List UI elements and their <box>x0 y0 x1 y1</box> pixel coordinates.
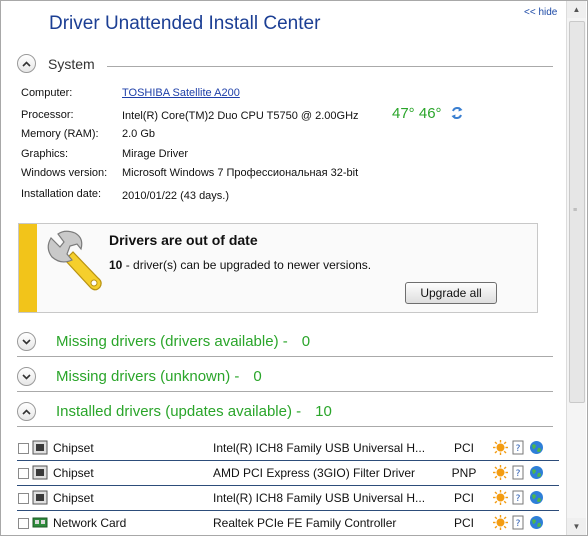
collapse-chevron-icon[interactable] <box>17 402 36 421</box>
installed-drivers-count: 10 <box>315 403 332 420</box>
driver-description: Intel(R) ICH8 Family USB Universal H... <box>213 441 426 455</box>
computer-value[interactable]: TOSHIBA Satellite A200 <box>122 87 240 99</box>
system-section-header[interactable]: System <box>17 54 95 73</box>
chip-icon <box>32 465 48 483</box>
vertical-scrollbar[interactable]: ▲ ≡ ▼ <box>566 1 586 535</box>
driver-row[interactable]: Network Card Realtek PCIe FE Family Cont… <box>18 511 560 535</box>
wrench-icon <box>43 230 105 299</box>
update-sun-icon[interactable] <box>493 440 508 458</box>
upgrade-all-button[interactable]: Upgrade all <box>405 282 497 304</box>
driver-category: Network Card <box>53 516 127 530</box>
web-globe-icon[interactable] <box>529 465 544 483</box>
expand-chevron-icon[interactable] <box>17 367 36 386</box>
alert-title: Drivers are out of date <box>109 232 258 248</box>
driver-info-icon[interactable]: ? <box>511 440 526 458</box>
driver-row[interactable]: Chipset AMD PCI Express (3GIO) Filter Dr… <box>18 461 560 485</box>
driver-center-panel: Driver Unattended Install Center << hide… <box>0 0 588 536</box>
scroll-up-arrow-icon[interactable]: ▲ <box>567 1 586 18</box>
driver-bus: PCI <box>453 441 474 455</box>
grip-icon: ≡ <box>573 207 578 214</box>
alert-accent-bar <box>19 224 37 312</box>
chip-icon <box>32 440 48 458</box>
windows-version-label: Windows version: <box>21 167 108 179</box>
driver-description: Intel(R) ICH8 Family USB Universal H... <box>213 491 426 505</box>
driver-info-icon[interactable]: ? <box>511 465 526 483</box>
hide-link[interactable]: << hide <box>524 7 557 18</box>
driver-actions: ? <box>493 440 544 458</box>
driver-bus: PNP <box>451 466 477 480</box>
graphics-label: Graphics: <box>21 148 69 160</box>
scrollbar-thumb[interactable]: ≡ <box>569 21 585 403</box>
driver-bus: PCI <box>453 491 474 505</box>
driver-description: AMD PCI Express (3GIO) Filter Driver <box>213 466 416 480</box>
missing-unknown-section-header[interactable]: Missing drivers (unknown) - 0 <box>17 367 262 386</box>
collapse-chevron-icon[interactable] <box>17 54 36 73</box>
web-globe-icon[interactable] <box>529 440 544 458</box>
outdated-count: 10 <box>109 258 123 272</box>
network-card-icon <box>32 515 48 533</box>
driver-checkbox[interactable] <box>18 493 29 504</box>
divider <box>17 426 553 427</box>
driver-row[interactable]: Chipset Intel(R) ICH8 Family USB Univers… <box>18 436 560 460</box>
driver-description: Realtek PCIe FE Family Controller <box>213 516 397 530</box>
graphics-value: Mirage Driver <box>122 148 189 160</box>
svg-text:?: ? <box>516 519 521 529</box>
outdated-drivers-alert: Drivers are out of date 10 - driver(s) c… <box>18 223 538 313</box>
expand-chevron-icon[interactable] <box>17 332 36 351</box>
svg-text:?: ? <box>516 494 521 504</box>
driver-category: Chipset <box>53 491 94 505</box>
page-title: Driver Unattended Install Center <box>49 13 321 34</box>
driver-checkbox[interactable] <box>18 468 29 479</box>
missing-available-section-header[interactable]: Missing drivers (drivers available) - 0 <box>17 332 310 351</box>
driver-actions: ? <box>493 465 544 483</box>
svg-text:?: ? <box>516 444 521 454</box>
divider <box>107 66 553 67</box>
driver-info-icon[interactable]: ? <box>511 515 526 533</box>
update-sun-icon[interactable] <box>493 465 508 483</box>
update-sun-icon[interactable] <box>493 515 508 533</box>
missing-unknown-count: 0 <box>253 368 262 385</box>
missing-available-count: 0 <box>301 333 311 350</box>
driver-checkbox[interactable] <box>18 443 29 454</box>
cpu-temperature: 47° 46° <box>392 105 442 122</box>
installation-date-value: 2010/01/22 (43 days.) <box>122 190 230 202</box>
missing-unknown-label: Missing drivers (unknown) - <box>56 368 240 385</box>
chip-icon <box>32 490 48 508</box>
svg-text:?: ? <box>516 469 521 479</box>
processor-label: Processor: <box>21 109 74 121</box>
processor-value: Intel(R) Core(TM)2 Duo CPU T5750 @ 2.00G… <box>122 110 359 122</box>
installation-date-label: Installation date: <box>21 188 102 200</box>
installed-drivers-section-header[interactable]: Installed drivers (updates available) - … <box>17 402 332 421</box>
web-globe-icon[interactable] <box>529 490 544 508</box>
missing-available-label: Missing drivers (drivers available) - <box>56 333 288 350</box>
driver-actions: ? <box>493 515 544 533</box>
windows-version-value: Microsoft Windows 7 Профессиональная 32-… <box>122 167 359 179</box>
memory-value: 2.0 Gb <box>122 128 156 140</box>
alert-message-text: - driver(s) can be upgraded to newer ver… <box>122 258 372 272</box>
driver-category: Chipset <box>53 441 94 455</box>
scroll-down-arrow-icon[interactable]: ▼ <box>567 518 586 535</box>
refresh-icon[interactable] <box>450 105 464 124</box>
alert-message: 10 - driver(s) can be upgraded to newer … <box>109 258 371 272</box>
divider <box>17 356 553 357</box>
web-globe-icon[interactable] <box>529 515 544 533</box>
memory-label: Memory (RAM): <box>21 128 99 140</box>
update-sun-icon[interactable] <box>493 490 508 508</box>
driver-bus: PCI <box>453 516 474 530</box>
driver-actions: ? <box>493 490 544 508</box>
driver-row[interactable]: Chipset Intel(R) ICH8 Family USB Univers… <box>18 486 560 510</box>
computer-label: Computer: <box>21 87 73 99</box>
computer-link[interactable]: TOSHIBA Satellite A200 <box>122 87 240 99</box>
system-section-label: System <box>48 55 95 72</box>
driver-info-icon[interactable]: ? <box>511 490 526 508</box>
driver-checkbox[interactable] <box>18 518 29 529</box>
driver-category: Chipset <box>53 466 94 480</box>
installed-drivers-label: Installed drivers (updates available) - <box>56 403 302 420</box>
divider <box>17 391 553 392</box>
